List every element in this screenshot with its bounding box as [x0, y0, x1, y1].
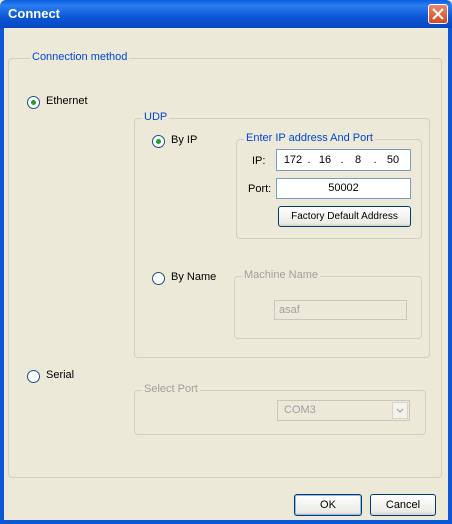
by-name-label[interactable]: By Name	[171, 271, 216, 283]
chevron-down-icon	[396, 408, 404, 414]
connection-method-legend: Connection method	[30, 51, 130, 63]
close-button[interactable]	[428, 4, 448, 24]
select-port-legend: Select Port	[142, 383, 200, 395]
udp-legend: UDP	[142, 111, 170, 123]
port-select[interactable]: COM3	[277, 400, 410, 421]
port-label: Port:	[248, 183, 272, 195]
cancel-button[interactable]: Cancel	[370, 494, 436, 516]
port-value: 50002	[328, 182, 359, 194]
ip-octet-4[interactable]: 50	[381, 154, 405, 166]
ip-dot: .	[340, 154, 344, 166]
window-frame-bottom	[0, 520, 452, 524]
ip-octet-3[interactable]: 8	[346, 154, 370, 166]
ip-address-legend: Enter IP address And Port	[244, 132, 375, 144]
ok-button[interactable]: OK	[294, 494, 362, 516]
close-icon	[432, 8, 444, 20]
ip-dot: .	[373, 154, 377, 166]
serial-radio[interactable]	[27, 370, 40, 383]
machine-name-field[interactable]: asaf	[274, 300, 407, 320]
title-bar[interactable]: Connect	[0, 0, 452, 28]
window-title: Connect	[8, 6, 60, 21]
ip-label: IP:	[252, 155, 266, 167]
cancel-label: Cancel	[385, 499, 421, 511]
machine-name-legend: Machine Name	[242, 269, 320, 281]
factory-default-address-button[interactable]: Factory Default Address	[278, 206, 411, 227]
ip-octet-2[interactable]: 16	[313, 154, 337, 166]
ethernet-radio[interactable]	[27, 96, 40, 109]
ip-address-field[interactable]: 172 . 16 . 8 . 50	[276, 149, 411, 171]
by-ip-label[interactable]: By IP	[171, 134, 197, 146]
machine-name-value: asaf	[279, 304, 300, 316]
by-name-radio[interactable]	[152, 272, 165, 285]
port-field[interactable]: 50002	[276, 178, 411, 199]
by-ip-radio[interactable]	[152, 135, 165, 148]
serial-label[interactable]: Serial	[46, 369, 74, 381]
ip-octet-1[interactable]: 172	[281, 154, 305, 166]
connect-dialog: Connect Connection method Ethernet UDP B…	[0, 0, 452, 524]
window-frame-right	[448, 28, 452, 524]
ethernet-label[interactable]: Ethernet	[46, 95, 88, 107]
ip-dot: .	[307, 154, 311, 166]
port-select-value: COM3	[284, 404, 316, 416]
port-select-dropdown-button[interactable]	[392, 402, 408, 419]
window-frame-left	[0, 28, 4, 524]
factory-default-address-label: Factory Default Address	[291, 211, 398, 222]
ok-label: OK	[320, 499, 336, 511]
